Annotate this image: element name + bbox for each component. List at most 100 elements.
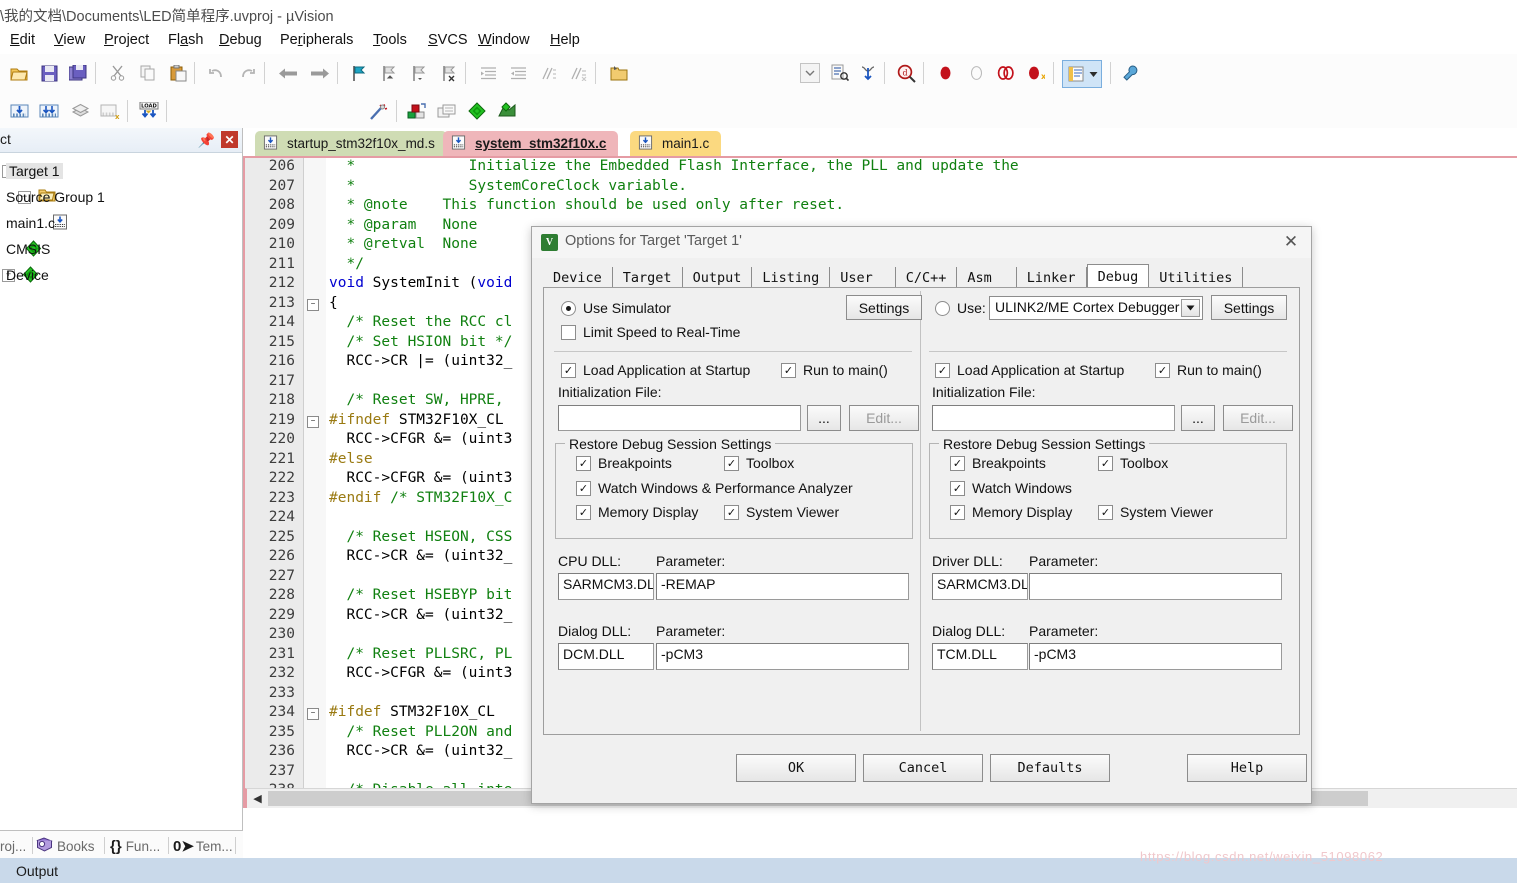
init-file-input-sim[interactable] [558,405,801,431]
outdent-icon[interactable] [505,60,531,86]
build-icon[interactable] [36,98,62,124]
debugger-settings-button[interactable]: Settings [1211,295,1287,320]
manage-project-items-icon[interactable] [434,98,460,124]
menu-item-view[interactable]: View [54,32,85,48]
editor-tab-startup[interactable]: startup_stm32f10x_md.s [255,131,447,156]
editor-tab-system[interactable]: system_stm32f10x.c [443,131,618,156]
fold-toggle-icon[interactable]: − [307,708,319,720]
dialog-tab-cpp[interactable]: C/C++ [896,267,958,287]
load-app-checkbox-sim[interactable]: ✓ Load Application at Startup [561,362,750,378]
breakpoint-insert-icon[interactable] [932,60,958,86]
tree-item-main1-c[interactable]: main1.c [0,210,242,236]
tree-item-device[interactable]: + Device [0,262,242,288]
toolbox-checkbox-sim[interactable]: ✓ Toolbox [724,455,794,471]
find-magnifier-icon[interactable]: d [893,60,919,86]
watch-windows-checkbox-drv[interactable]: ✓ Watch Windows [950,480,1072,496]
tree-item-source-group-1[interactable]: − Source Group 1 [0,184,242,210]
load-app-checkbox-drv[interactable]: ✓ Load Application at Startup [935,362,1124,378]
run-to-main-checkbox-sim[interactable]: ✓ Run to main() [781,362,888,378]
breakpoint-disable-icon[interactable] [963,60,989,86]
dialog-tab-listing[interactable]: Listing [752,267,830,287]
driver-param-input[interactable] [1029,573,1282,600]
save-all-icon[interactable] [65,60,91,86]
navigate-back-icon[interactable] [275,60,301,86]
init-file-browse-button-sim[interactable]: ... [807,405,841,431]
init-file-input-drv[interactable] [932,405,1175,431]
use-debugger-radio[interactable]: Use: [935,300,986,316]
breakpoint-kill-all-icon[interactable]: x [1023,60,1049,86]
bottom-tab-books[interactable]: Books [36,834,95,858]
dialog-tab-asm[interactable]: Asm [957,267,1016,287]
editor-tab-main1[interactable]: main1.c [630,131,721,156]
menu-item-tools[interactable]: Tools [373,32,407,48]
cut-icon[interactable] [104,60,130,86]
menu-item-edit[interactable]: Edit [10,32,35,48]
defaults-button[interactable]: Defaults [990,754,1110,782]
cpu-dll-input[interactable]: SARMCM3.DLL [558,573,654,600]
toolbox-checkbox-drv[interactable]: ✓ Toolbox [1098,455,1168,471]
menu-item-project[interactable]: Project [104,32,149,48]
tree-item-cmsis[interactable]: CMSIS [0,236,242,262]
bookmark-clear-icon[interactable] [435,60,461,86]
init-file-edit-button-drv[interactable]: Edit... [1223,405,1293,431]
dialog-tab-linker[interactable]: Linker [1017,267,1087,287]
manage-components-dropdown-icon[interactable] [1085,60,1102,88]
copy-icon[interactable] [135,60,161,86]
menu-item-debug[interactable]: Debug [219,32,262,48]
watch-windows-checkbox-sim[interactable]: ✓ Watch Windows & Performance Analyzer [576,480,853,496]
indent-icon[interactable] [475,60,501,86]
menu-item-svcs[interactable]: SVCS [428,32,468,48]
download-load-icon[interactable]: LOAD [136,98,162,124]
system-viewer-checkbox-drv[interactable]: ✓ System Viewer [1098,504,1213,520]
close-icon[interactable]: ✕ [1280,232,1302,252]
debugger-select[interactable]: ULINK2/ME Cortex Debugger [989,296,1203,320]
dialog-dll-input-sim[interactable]: DCM.DLL [558,643,654,670]
help-button[interactable]: Help [1187,754,1307,782]
bottom-tab-functions[interactable]: {} Fun... [110,834,160,858]
menu-item-help[interactable]: Help [550,32,580,48]
dialog-tab-output[interactable]: Output [683,267,753,287]
paste-icon[interactable] [165,60,191,86]
fold-toggle-icon[interactable]: − [307,416,319,428]
pin-icon[interactable]: 📌 [198,132,215,149]
open-folder-icon[interactable] [6,60,32,86]
batch-build-icon[interactable]: x [97,98,123,124]
cancel-button[interactable]: Cancel [863,754,983,782]
driver-dll-input[interactable]: SARMCM3.DLL [932,573,1028,600]
undo-icon[interactable] [203,60,229,86]
bottom-tab-templates[interactable]: 0➤ Tem... [173,834,233,858]
dialog-tab-debug[interactable]: Debug [1087,264,1150,288]
target-options-icon[interactable] [404,98,430,124]
bookmark-next-icon[interactable] [405,60,431,86]
comment-icon[interactable] [535,60,561,86]
open-file-icon[interactable] [606,60,632,86]
fold-toggle-icon[interactable]: − [307,299,319,311]
rebuild-icon[interactable] [67,98,93,124]
navigate-forward-icon[interactable] [307,60,333,86]
target-options-wizard-icon[interactable] [365,98,391,124]
redo-icon[interactable] [234,60,260,86]
chevron-left-icon[interactable]: ◀ [249,790,266,807]
memory-display-checkbox-drv[interactable]: ✓ Memory Display [950,504,1072,520]
bottom-tab-project[interactable]: roj... [0,834,26,858]
menu-item-window[interactable]: Window [478,32,530,48]
simulator-settings-button[interactable]: Settings [846,295,922,320]
ok-button[interactable]: OK [736,754,856,782]
dialog-tab-device[interactable]: Device [543,267,613,287]
dialog-tab-utilities[interactable]: Utilities [1149,267,1243,287]
find-combo-icon[interactable] [797,60,823,86]
breakpoint-disable-all-icon[interactable] [993,60,1019,86]
run-to-main-checkbox-drv[interactable]: ✓ Run to main() [1155,362,1262,378]
uncomment-icon[interactable] [565,60,591,86]
close-icon[interactable]: ✕ [221,131,238,148]
incremental-find-icon[interactable] [855,60,881,86]
chevron-down-icon[interactable] [1181,299,1200,317]
dialog-tab-target[interactable]: Target [613,267,683,287]
configure-wrench-icon[interactable] [1118,60,1144,86]
init-file-edit-button-sim[interactable]: Edit... [849,405,919,431]
translate-icon[interactable] [6,98,32,124]
tree-item-target1[interactable]: − Target 1 [0,158,242,184]
use-simulator-radio[interactable]: Use Simulator [561,300,671,316]
system-viewer-checkbox-sim[interactable]: ✓ System Viewer [724,504,839,520]
cmsis-pack-icon[interactable] [464,98,490,124]
